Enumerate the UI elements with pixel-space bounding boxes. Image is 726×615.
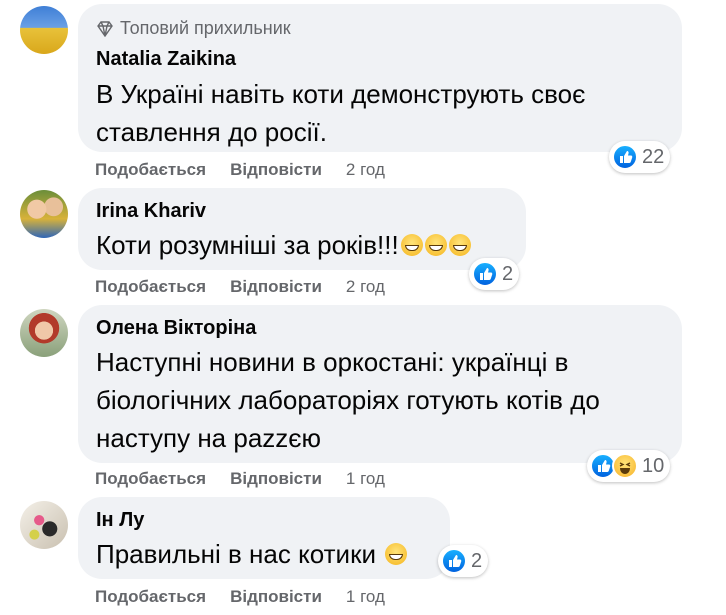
- avatar[interactable]: [20, 190, 68, 238]
- like-reaction-icon: [441, 548, 467, 574]
- author-name[interactable]: Irina Khariv: [96, 200, 206, 223]
- comment-bubble: Ін Лу Правильні в нас котики: [78, 497, 450, 579]
- like-button[interactable]: Подобається: [95, 587, 206, 607]
- comment-actions: Подобається Відповісти 1 год: [95, 587, 385, 607]
- comment-text: Наступні новини в оркостані: українці в …: [96, 347, 600, 453]
- avatar[interactable]: [20, 6, 68, 54]
- comment-text: Коти розумніші за років!!!: [96, 226, 471, 264]
- author-name[interactable]: Natalia Zaikina: [96, 48, 236, 71]
- top-fan-badge: Топовий прихильник: [96, 18, 291, 39]
- comment-bubble: Irina Khariv Коти розумніші за років!!!: [78, 188, 526, 270]
- comment-actions: Подобається Відповісти 2 год: [95, 277, 385, 297]
- reaction-count: 2: [502, 262, 514, 285]
- reaction-count: 2: [471, 549, 483, 572]
- grin-emoji: [400, 234, 423, 256]
- author-name[interactable]: Олена Вікторіна: [96, 317, 256, 340]
- author-name[interactable]: Ін Лу: [96, 509, 144, 532]
- comment-actions: Подобається Відповісти 1 год: [95, 469, 385, 489]
- comment-text: В Україні навіть коти демонструють своє …: [96, 79, 586, 147]
- haha-reaction-icon: [612, 453, 638, 479]
- timestamp[interactable]: 2 год: [346, 160, 385, 180]
- timestamp[interactable]: 2 год: [346, 277, 385, 297]
- like-reaction-icon: [472, 261, 498, 287]
- reaction-summary[interactable]: 10: [587, 450, 671, 482]
- comment-bubble: Олена Вікторіна Наступні новини в оркост…: [78, 305, 682, 463]
- like-reaction-icon: [612, 144, 638, 170]
- like-button[interactable]: Подобається: [95, 160, 206, 180]
- badge-label: Топовий прихильник: [120, 18, 291, 38]
- reaction-summary[interactable]: 2: [438, 545, 489, 577]
- comment-bubble: Топовий прихильник Natalia Zaikina В Укр…: [78, 4, 682, 152]
- timestamp[interactable]: 1 год: [346, 587, 385, 607]
- comment-text-content: Коти розумніші за років!!!: [96, 230, 399, 260]
- comment-text: Правильні в нас котики: [96, 535, 408, 573]
- avatar[interactable]: [20, 501, 68, 549]
- sweat-smile-emoji: [385, 543, 408, 565]
- comment-actions: Подобається Відповісти 2 год: [95, 160, 385, 180]
- grin-emoji: [448, 234, 471, 256]
- reaction-summary[interactable]: 22: [609, 141, 671, 173]
- reaction-summary[interactable]: 2: [469, 258, 520, 290]
- avatar[interactable]: [20, 309, 68, 357]
- reply-button[interactable]: Відповісти: [230, 469, 322, 489]
- like-button[interactable]: Подобається: [95, 277, 206, 297]
- reply-button[interactable]: Відповісти: [230, 587, 322, 607]
- reply-button[interactable]: Відповісти: [230, 160, 322, 180]
- reaction-count: 10: [642, 454, 665, 477]
- reply-button[interactable]: Відповісти: [230, 277, 322, 297]
- reaction-count: 22: [642, 145, 665, 168]
- comment-text-content: Правильні в нас котики: [96, 539, 376, 569]
- grin-emoji: [424, 234, 447, 256]
- like-button[interactable]: Подобається: [95, 469, 206, 489]
- timestamp[interactable]: 1 год: [346, 469, 385, 489]
- diamond-icon: [97, 20, 113, 37]
